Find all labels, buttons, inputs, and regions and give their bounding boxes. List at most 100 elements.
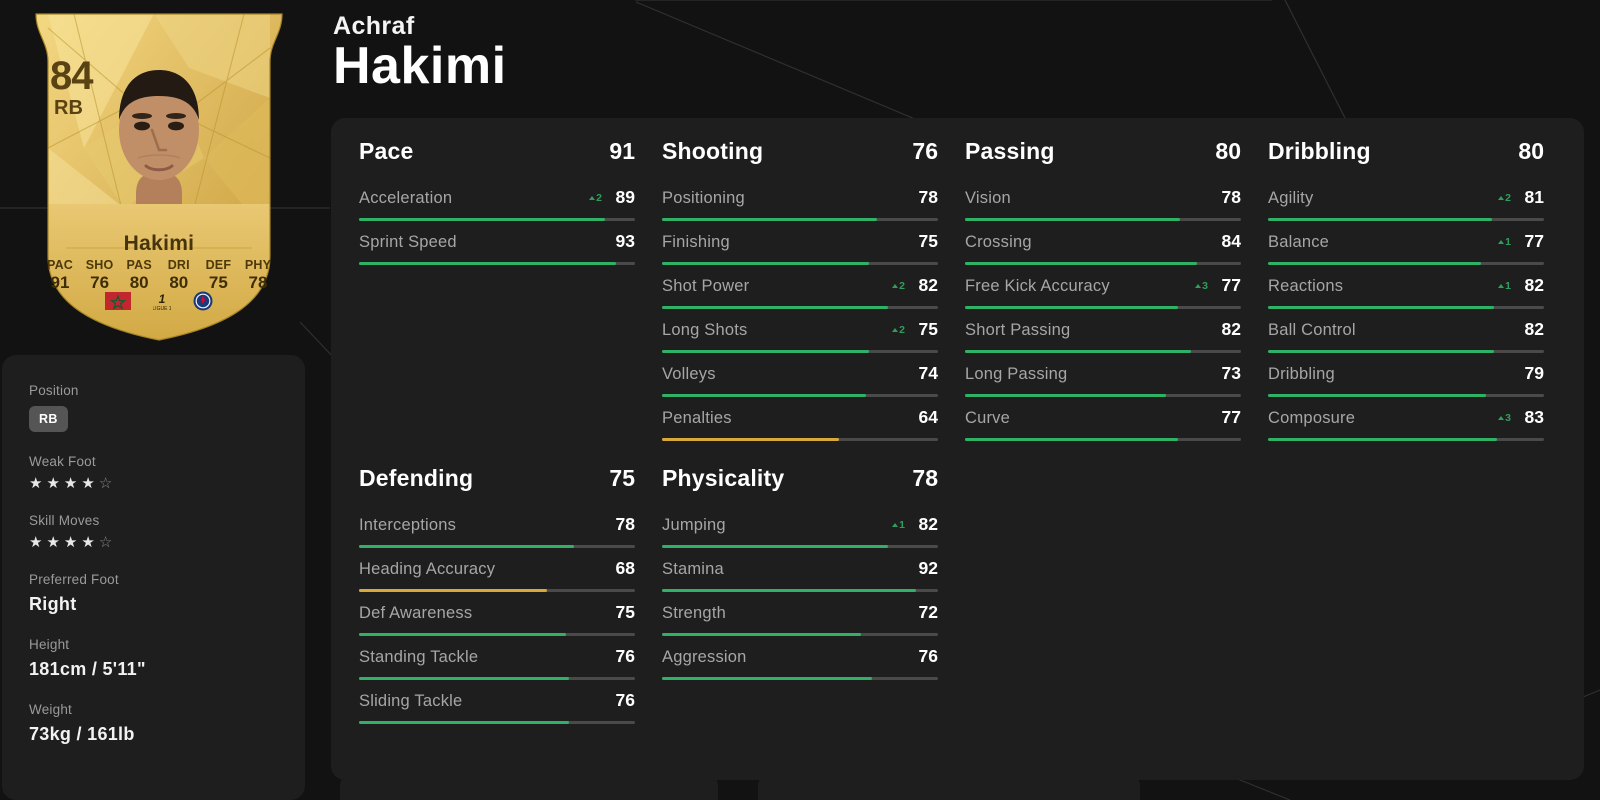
group-name: Dribbling	[1268, 138, 1371, 164]
attribute-row-top: Composure 3 83	[1268, 407, 1544, 428]
attribute-bar-track	[662, 350, 938, 353]
boost-amount: 3	[1505, 411, 1511, 424]
attribute-name: Def Awareness	[359, 604, 473, 622]
attribute-bar-fill	[359, 262, 616, 265]
attribute-value: 73	[1221, 363, 1241, 383]
attribute-group-pace: Pace 91 Acceleration 2 89 Sprint Speed 93	[359, 138, 635, 441]
attribute-value: 93	[615, 231, 635, 251]
group-value: 80	[1518, 138, 1544, 164]
attribute-value: 78	[615, 514, 635, 534]
weight-value: 73kg / 161lb	[29, 724, 135, 744]
boost-amount: 1	[899, 518, 905, 531]
player-card[interactable]: 84 RB Hakimi PAC 91 SHO 76 PAS 80 DRI 80…	[14, 8, 304, 348]
attribute-row-top: Positioning 78	[662, 187, 938, 208]
attribute-row-top: Long Passing 73	[965, 363, 1241, 384]
attribute-bar-track	[1268, 350, 1544, 353]
attribute-row: Curve 77	[965, 397, 1241, 441]
card-stat-phy: PHY 78	[240, 258, 276, 293]
attribute-name: Positioning	[662, 189, 745, 207]
caret-up-icon	[1498, 240, 1505, 244]
card-stat-key: DRI	[167, 258, 190, 272]
attribute-bar-track	[359, 545, 635, 548]
attribute-bar-track	[359, 677, 635, 680]
card-stat-row: PAC 91 SHO 76 PAS 80 DRI 80 DEF 75 PHY 7…	[42, 258, 276, 293]
attribute-bar-track	[662, 218, 938, 221]
attribute-row-top: Volleys 74	[662, 363, 938, 384]
group-name: Defending	[359, 465, 474, 491]
attribute-name: Sprint Speed	[359, 233, 457, 251]
boost-badge: 2	[589, 193, 602, 204]
attribute-name: Dribbling	[1268, 365, 1335, 383]
attribute-name: Composure	[1268, 409, 1356, 427]
boost-amount: 3	[1202, 279, 1208, 292]
attribute-value: 82	[1221, 319, 1241, 339]
attribute-row: Sliding Tackle 76	[359, 680, 635, 724]
attribute-name: Crossing	[965, 233, 1032, 251]
attribute-right: 74	[912, 363, 938, 384]
attribute-name: Ball Control	[1268, 321, 1356, 339]
attribute-row: Positioning 78	[662, 177, 938, 221]
attribute-name: Sliding Tackle	[359, 692, 463, 710]
psg-crest-icon	[193, 291, 213, 311]
group-name: Pace	[359, 138, 414, 164]
attribute-bar-track	[662, 306, 938, 309]
boost-amount: 2	[596, 191, 602, 204]
attribute-row-top: Vision 78	[965, 187, 1241, 208]
group-header: Physicality 78	[662, 465, 938, 504]
attribute-row: Heading Accuracy 68	[359, 548, 635, 592]
boost-badge: 2	[892, 325, 905, 336]
attribute-row: Long Shots 2 75	[662, 309, 938, 353]
attribute-bar-fill	[1268, 350, 1495, 353]
attribute-right: 1 77	[1498, 231, 1544, 252]
attribute-bar-track	[359, 633, 635, 636]
attribute-value: 82	[1524, 275, 1544, 295]
attribute-row-top: Dribbling 79	[1268, 363, 1544, 384]
attribute-name: Vision	[965, 189, 1011, 207]
weight-label: Weight	[29, 702, 72, 717]
card-stat-key: PHY	[244, 258, 272, 272]
attribute-right: 3 83	[1498, 407, 1544, 428]
group-value: 78	[912, 465, 938, 491]
attribute-bar-track	[662, 438, 938, 441]
attribute-name: Jumping	[662, 516, 726, 534]
attribute-row-top: Sprint Speed 93	[359, 231, 635, 252]
attribute-row: Def Awareness 75	[359, 592, 635, 636]
height-label: Height	[29, 637, 70, 652]
attribute-row: Stamina 92	[662, 548, 938, 592]
attribute-value: 82	[918, 514, 938, 534]
attribute-right: 76	[609, 690, 635, 711]
attribute-name: Long Shots	[662, 321, 748, 339]
attribute-right: 2 75	[892, 319, 938, 340]
attribute-bar-track	[359, 721, 635, 724]
attribute-row-top: Aggression 76	[662, 646, 938, 667]
attribute-name: Short Passing	[965, 321, 1071, 339]
attribute-bar-fill	[662, 677, 872, 680]
attribute-row-top: Stamina 92	[662, 558, 938, 579]
attribute-row-top: Acceleration 2 89	[359, 187, 635, 208]
attribute-row: Jumping 1 82	[662, 504, 938, 548]
attribute-bar-track	[965, 262, 1241, 265]
attribute-value: 76	[918, 646, 938, 666]
group-header: Defending 75	[359, 465, 635, 504]
attribute-row: Acceleration 2 89	[359, 177, 635, 221]
weak-foot-stars: ★★★★☆	[29, 475, 117, 492]
attribute-row-top: Def Awareness 75	[359, 602, 635, 623]
position-chip[interactable]: RB	[29, 406, 68, 432]
attribute-bar-track	[965, 438, 1241, 441]
group-name: Shooting	[662, 138, 764, 164]
height-value: 181cm / 5'11"	[29, 659, 146, 679]
morocco-flag-icon	[105, 292, 131, 310]
attribute-value: 92	[918, 558, 938, 578]
attribute-row: Finishing 75	[662, 221, 938, 265]
attribute-row: Reactions 1 82	[1268, 265, 1544, 309]
attribute-row-top: Interceptions 78	[359, 514, 635, 535]
attribute-bar-track	[662, 262, 938, 265]
attribute-bar-fill	[662, 438, 839, 441]
boost-badge: 1	[1498, 237, 1511, 248]
attribute-row: Crossing 84	[965, 221, 1241, 265]
attribute-right: 3 77	[1195, 275, 1241, 296]
attribute-value: 72	[918, 602, 938, 622]
attribute-row-top: Balance 1 77	[1268, 231, 1544, 252]
skill-moves-stars: ★★★★☆	[29, 534, 117, 551]
attribute-group-passing: Passing 80 Vision 78 Crossing 84 Free Kick Acc…	[965, 138, 1241, 441]
